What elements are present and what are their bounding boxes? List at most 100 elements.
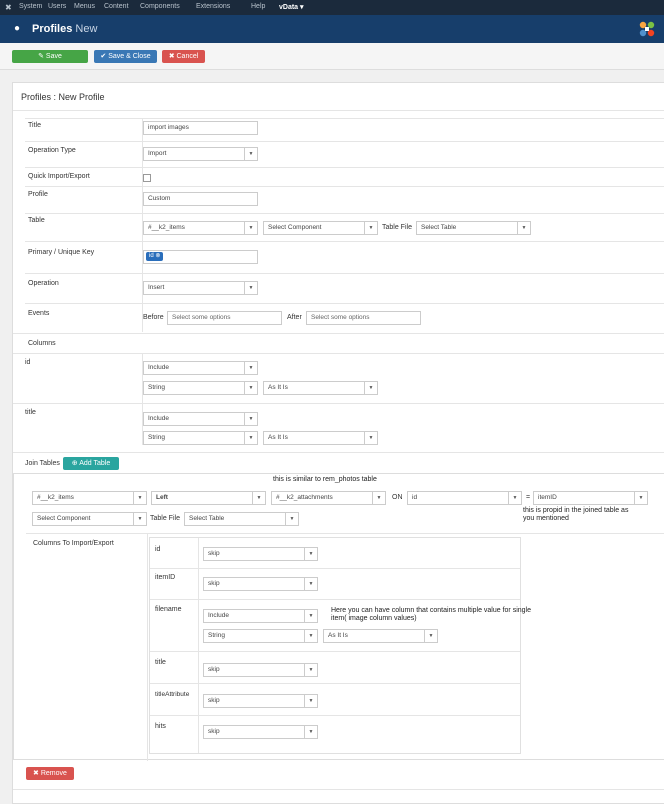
- join-table-file-select[interactable]: Select Table ▼: [184, 512, 299, 526]
- join-table-select[interactable]: #__k2_attachments ▼: [271, 491, 386, 505]
- chevron-down-icon: ▼: [304, 610, 317, 622]
- title-label: Title: [28, 122, 41, 129]
- chevron-down-icon: ▼: [634, 492, 647, 504]
- after-label: After: [287, 314, 302, 321]
- join-base-table-select[interactable]: #__k2_items ▼: [32, 491, 147, 505]
- join-col-filename-type-select[interactable]: String ▼: [203, 629, 318, 643]
- join-col-hits-mode-select[interactable]: skip ▼: [203, 725, 318, 739]
- column-id-format-select[interactable]: As It Is ▼: [263, 381, 378, 395]
- menu-components[interactable]: Components: [140, 3, 180, 10]
- join-col-name-id: id: [155, 546, 161, 553]
- chevron-down-icon: ▼: [517, 222, 530, 234]
- menu-system[interactable]: System: [19, 3, 42, 10]
- chevron-down-icon: ▼: [364, 222, 377, 234]
- chevron-down-icon: ▼: [244, 382, 257, 394]
- before-events-input[interactable]: Select some options: [167, 311, 282, 325]
- column-name-id: id: [25, 359, 31, 366]
- table-select[interactable]: #__k2_items ▼: [143, 221, 258, 235]
- join-col-filename-mode-select[interactable]: Include ▼: [203, 609, 318, 623]
- remove-button[interactable]: ✖ Remove: [26, 767, 74, 780]
- column-title-format-select[interactable]: As It Is ▼: [263, 431, 378, 445]
- chevron-down-icon: ▼: [508, 492, 521, 504]
- table-file-label: Table File: [382, 224, 412, 231]
- chevron-down-icon: ▼: [364, 432, 377, 444]
- column-title-type-select[interactable]: String ▼: [143, 431, 258, 445]
- columns-to-import-label: Columns To Import/Export: [33, 540, 114, 547]
- operation-label: Operation: [28, 280, 59, 287]
- quick-import-checkbox[interactable]: [143, 174, 151, 182]
- chevron-down-icon: ▼: [244, 148, 257, 160]
- operation-select[interactable]: Insert ▼: [143, 281, 258, 295]
- chevron-down-icon: ▼: [304, 578, 317, 590]
- column-id-mode-select[interactable]: Include ▼: [143, 361, 258, 375]
- chevron-down-icon: ▼: [244, 362, 257, 374]
- chevron-down-icon: ▼: [364, 382, 377, 394]
- chevron-down-icon: ▼: [244, 222, 257, 234]
- page-title: Profiles New: [32, 23, 98, 35]
- menu-help[interactable]: Help: [251, 3, 265, 10]
- cancel-button[interactable]: ✖ Cancel: [162, 50, 205, 63]
- chevron-down-icon: ▼: [133, 513, 146, 525]
- note-multiple-values: Here you can have column that contains m…: [331, 607, 531, 622]
- events-label: Events: [28, 310, 50, 317]
- join-col-title-mode-select[interactable]: skip ▼: [203, 663, 318, 677]
- toolbar: ✎ Save ✔ Save & Close ✖ Cancel: [0, 43, 664, 70]
- menu-menus[interactable]: Menus: [74, 3, 95, 10]
- note-similar-table: this is similar to rem_photos table: [273, 476, 377, 483]
- menu-users[interactable]: Users: [48, 3, 66, 10]
- join-col-name-itemid: itemID: [155, 574, 176, 581]
- join-columns-table: id skip ▼ itemID skip ▼ filename Include ▼ …: [149, 537, 521, 754]
- menu-extensions[interactable]: Extensions: [196, 3, 230, 10]
- column-id-type-select[interactable]: String ▼: [143, 381, 258, 395]
- chevron-down-icon: ▼: [304, 548, 317, 560]
- profile-input[interactable]: Custom: [143, 192, 258, 206]
- add-table-button[interactable]: ⊕ Add Table: [63, 457, 119, 470]
- join-col-name-filename: filename: [155, 606, 182, 613]
- join-table-file-label: Table File: [150, 515, 180, 522]
- chevron-down-icon: ▼: [133, 492, 146, 504]
- table-label: Table: [28, 217, 45, 224]
- join-col-titleattribute-mode-select[interactable]: skip ▼: [203, 694, 318, 708]
- join-component-select[interactable]: Select Component ▼: [32, 512, 147, 526]
- chevron-down-icon: ▼: [304, 726, 317, 738]
- component-select[interactable]: Select Component ▼: [263, 221, 378, 235]
- chevron-down-icon: ▼: [304, 695, 317, 707]
- save-close-button[interactable]: ✔ Save & Close: [94, 50, 157, 63]
- quick-import-label: Quick Import/Export: [28, 173, 90, 180]
- table-file-select[interactable]: Select Table ▼: [416, 221, 531, 235]
- chevron-down-icon: ▼: [244, 282, 257, 294]
- chevron-down-icon: ▼: [372, 492, 385, 504]
- chevron-down-icon: ▼: [244, 432, 257, 444]
- primary-key-tag[interactable]: id ⊗: [146, 252, 164, 261]
- join-left-column-select[interactable]: id ▼: [407, 491, 522, 505]
- join-type-select[interactable]: Left ▼: [151, 491, 266, 505]
- join-col-filename-format-select[interactable]: As It Is ▼: [323, 629, 438, 643]
- operation-type-select[interactable]: Import ▼: [143, 147, 258, 161]
- join-tables-label: Join Tables: [25, 460, 60, 467]
- join-right-column-select[interactable]: itemID ▼: [533, 491, 648, 505]
- profile-label: Profile: [28, 191, 48, 198]
- title-input[interactable]: import images: [143, 121, 258, 135]
- join-col-id-mode-select[interactable]: skip ▼: [203, 547, 318, 561]
- chevron-down-icon: ▼: [244, 413, 257, 425]
- joomla-logo-icon[interactable]: ✖: [5, 3, 12, 12]
- operation-type-label: Operation Type: [28, 147, 76, 154]
- join-col-name-title: title: [155, 659, 166, 666]
- join-col-itemid-mode-select[interactable]: skip ▼: [203, 577, 318, 591]
- menu-vdata[interactable]: vData ▾: [279, 3, 304, 11]
- chevron-down-icon: ▼: [285, 513, 298, 525]
- equals-sign: =: [526, 494, 531, 501]
- page-header: ● Profiles New: [0, 15, 664, 43]
- user-icon: ●: [14, 23, 21, 34]
- column-title-mode-select[interactable]: Include ▼: [143, 412, 258, 426]
- columns-label: Columns: [28, 340, 56, 347]
- before-label: Before: [143, 314, 164, 321]
- chevron-down-icon: ▼: [304, 630, 317, 642]
- after-events-input[interactable]: Select some options: [306, 311, 421, 325]
- on-label: ON: [392, 494, 403, 501]
- column-name-title: title: [25, 409, 36, 416]
- joomla-brand-icon: [638, 20, 656, 38]
- join-col-name-titleattribute: titleAttribute: [155, 691, 190, 698]
- menu-content[interactable]: Content: [104, 3, 129, 10]
- save-button[interactable]: ✎ Save: [12, 50, 88, 63]
